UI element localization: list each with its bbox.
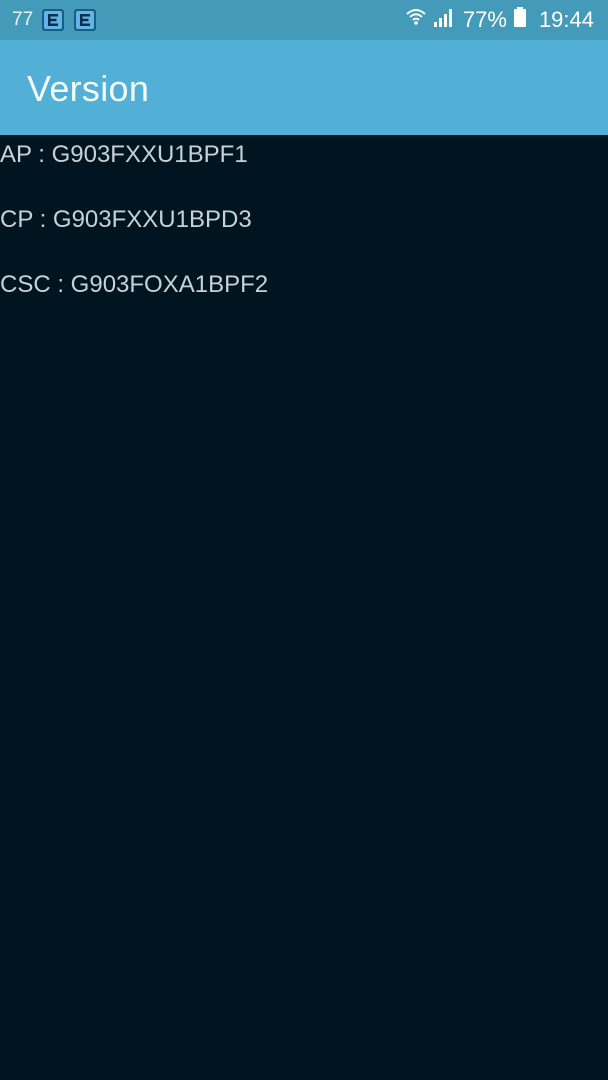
version-csc: CSC : G903FOXA1BPF2: [0, 271, 269, 298]
app-bar: Version: [0, 40, 608, 135]
status-bar: 77 77% 19:44: [0, 0, 608, 40]
cell-signal-icon: [433, 6, 455, 34]
app-e-icon: [73, 8, 97, 32]
version-cp: CP : G903FXXU1BPD3: [0, 206, 252, 233]
wifi-icon: [405, 6, 427, 34]
battery-icon: [513, 6, 527, 34]
status-clock: 19:44: [538, 7, 594, 32]
screen: 77 77% 19:44 Version AP: G903FXXU1BPF1 …: [0, 0, 608, 1080]
app-e-icon: [41, 8, 65, 32]
page-title: Version: [27, 68, 150, 109]
status-bar-right: 77% 19:44: [405, 0, 594, 40]
notification-count: 77: [12, 9, 34, 30]
battery-percent: 77%: [462, 7, 507, 32]
status-bar-left: 77: [12, 0, 97, 40]
version-ap: AP : G903FXXU1BPF1: [0, 141, 248, 168]
